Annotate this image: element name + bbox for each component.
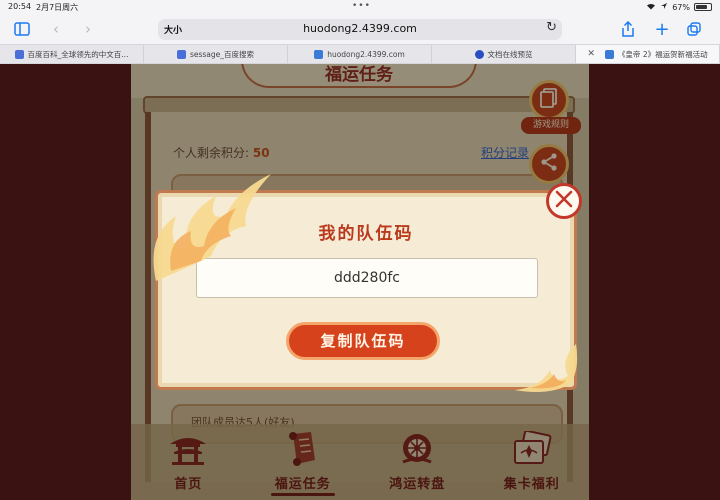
- url-text[interactable]: huodong2.4399.com: [158, 22, 562, 35]
- status-date: 2月7日周六: [36, 3, 79, 12]
- site-favicon-icon: [314, 49, 324, 59]
- location-icon: [660, 2, 668, 12]
- status-bar: 20:54 2月7日周六 ••• 67%: [0, 0, 720, 14]
- address-bar[interactable]: 大小 huodong2.4399.com ↻: [158, 19, 562, 40]
- browser-toolbar: ‹ › 大小 huodong2.4399.com ↻ +: [0, 14, 720, 44]
- battery-percent: 67%: [672, 2, 690, 12]
- baidu-favicon-icon: [176, 49, 186, 59]
- share-browser-icon[interactable]: [618, 19, 638, 39]
- baidu-favicon-icon: [14, 49, 24, 59]
- tab-label: 文档在线预览: [487, 49, 533, 59]
- dialog-close-button[interactable]: [546, 183, 582, 219]
- tab-label: 《皇帝 2》福运贺新福活动: [617, 49, 708, 59]
- tab-search[interactable]: sessage_百度搜索: [144, 45, 288, 63]
- battery-icon: [694, 3, 712, 11]
- reload-icon[interactable]: ↻: [546, 20, 557, 35]
- flame-decoration-icon: [153, 174, 271, 281]
- back-icon[interactable]: ‹: [46, 19, 66, 39]
- sidebar-toggle-icon[interactable]: [12, 19, 32, 39]
- copy-team-code-button[interactable]: 复制队伍码: [286, 322, 440, 360]
- tab-label: huodong2.4399.com: [327, 49, 405, 59]
- new-tab-icon[interactable]: +: [652, 19, 672, 40]
- forward-icon[interactable]: ›: [78, 19, 98, 39]
- flame-decoration-icon: [514, 344, 578, 392]
- tab-bar: 百度百科_全球领先的中文百... sessage_百度搜索 huodong2.4…: [0, 44, 720, 64]
- wifi-icon: [646, 2, 656, 12]
- tab-huodong[interactable]: huodong2.4399.com: [288, 45, 432, 63]
- multitask-dots-icon[interactable]: •••: [352, 1, 371, 11]
- tab-document[interactable]: 文档在线预览: [432, 45, 576, 63]
- status-time: 20:54: [8, 2, 32, 11]
- site-favicon-icon: [604, 49, 614, 59]
- tab-active-event[interactable]: ✕ 《皇帝 2》福运贺新福活动: [576, 45, 720, 63]
- document-favicon-icon: [474, 49, 484, 59]
- close-icon: [554, 189, 574, 213]
- tab-label: 百度百科_全球领先的中文百...: [27, 49, 129, 59]
- tab-baike[interactable]: 百度百科_全球领先的中文百...: [0, 45, 144, 63]
- tab-label: sessage_百度搜索: [189, 49, 255, 59]
- close-tab-icon[interactable]: ✕: [587, 49, 595, 59]
- status-right: 67%: [646, 2, 712, 12]
- tab-overview-icon[interactable]: [684, 19, 704, 39]
